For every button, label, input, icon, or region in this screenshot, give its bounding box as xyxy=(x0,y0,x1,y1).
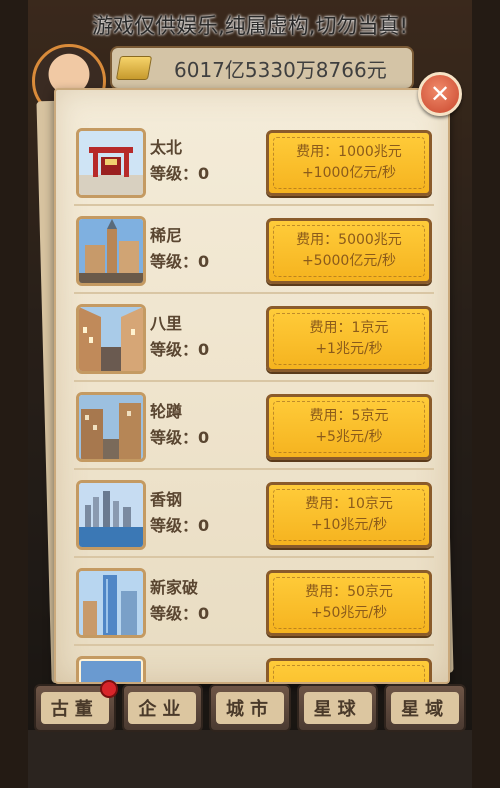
upgrade-cost: 费用：5000兆元 xyxy=(296,232,402,248)
money-display: 6017亿5330万8766元 xyxy=(110,46,414,90)
city-image-xini xyxy=(79,219,143,283)
close-button[interactable]: ✕ xyxy=(418,72,462,116)
row-divider xyxy=(74,292,434,294)
tab-label: 星域 xyxy=(391,692,460,724)
tab-antiques[interactable]: 古董 xyxy=(34,680,118,732)
list-item-city: 轮蹲 等级：0 费用：5京元 +5兆元/秒 xyxy=(74,386,434,470)
list-item-city: 太北 等级：0 费用：1000兆元 +1000亿元/秒 xyxy=(74,122,434,206)
list-item-city-partial xyxy=(74,650,434,682)
city-image-lundun xyxy=(79,395,143,459)
tab-label: 古董 xyxy=(40,692,109,724)
city-thumbnail xyxy=(76,568,146,638)
tab-enterprise[interactable]: 企业 xyxy=(121,684,204,732)
upgrade-cost: 费用：5京元 xyxy=(309,408,389,424)
notification-badge xyxy=(99,680,118,698)
bottom-tab-bar: 古董 企业 城市 星球 星域 xyxy=(34,680,466,732)
close-icon: ✕ xyxy=(429,80,451,108)
upgrade-income: +1000亿元/秒 xyxy=(301,165,397,181)
row-divider xyxy=(74,556,434,558)
tab-label: 城市 xyxy=(215,692,284,724)
tab-label: 星球 xyxy=(303,692,372,724)
city-thumbnail xyxy=(76,304,146,374)
city-thumbnail xyxy=(76,480,146,550)
city-image-bali xyxy=(79,307,143,371)
upgrade-button[interactable]: 费用：50京元 +50兆元/秒 xyxy=(266,570,432,636)
row-divider xyxy=(74,204,434,206)
city-upgrade-panel: 太北 等级：0 费用：1000兆元 +1000亿元/秒 稀尼 等级：0 费用：5… xyxy=(54,88,450,684)
city-name: 新家破 xyxy=(150,578,199,597)
upgrade-button[interactable] xyxy=(266,658,432,682)
list-item-city: 稀尼 等级：0 费用：5000兆元 +5000亿元/秒 xyxy=(74,210,434,294)
upgrade-button[interactable]: 费用：1京元 +1兆元/秒 xyxy=(266,306,432,372)
upgrade-button[interactable]: 费用：10京元 +10兆元/秒 xyxy=(266,482,432,548)
upgrade-cost: 费用：1京元 xyxy=(309,320,389,336)
city-name: 太北 xyxy=(150,138,183,157)
gold-bar-icon xyxy=(115,56,153,80)
city-level: 等级：0 xyxy=(150,340,210,359)
tab-label: 企业 xyxy=(128,692,197,724)
tab-star-region[interactable]: 星域 xyxy=(384,684,466,732)
bottom-background xyxy=(28,730,472,788)
upgrade-income: +1兆元/秒 xyxy=(315,341,383,357)
city-level: 等级：0 xyxy=(150,164,210,183)
list-item-city: 新家破 等级：0 费用：50京元 +50兆元/秒 xyxy=(74,562,434,646)
city-name: 香钢 xyxy=(150,490,183,509)
city-thumbnail xyxy=(76,128,146,198)
city-thumbnail xyxy=(76,216,146,286)
upgrade-cost: 费用：50京元 xyxy=(305,584,393,600)
upgrade-income: +50兆元/秒 xyxy=(310,605,388,621)
disclaimer-text: 游戏仅供娱乐,纯属虚构,切勿当真! xyxy=(92,14,408,38)
city-level: 等级：0 xyxy=(150,428,210,447)
upgrade-cost: 费用：1000兆元 xyxy=(296,144,402,160)
city-level: 等级：0 xyxy=(150,516,210,535)
city-level: 等级：0 xyxy=(150,604,210,623)
list-item-city: 香钢 等级：0 费用：10京元 +10兆元/秒 xyxy=(74,474,434,558)
city-name: 稀尼 xyxy=(150,226,183,245)
upgrade-cost: 费用：10京元 xyxy=(305,496,393,512)
upgrade-button[interactable]: 费用：1000兆元 +1000亿元/秒 xyxy=(266,130,432,196)
city-image-taibei xyxy=(79,131,143,195)
upgrade-button[interactable]: 费用：5京元 +5兆元/秒 xyxy=(266,394,432,460)
upgrade-income: +10兆元/秒 xyxy=(310,517,388,533)
row-divider xyxy=(74,380,434,382)
upgrade-button[interactable]: 费用：5000兆元 +5000亿元/秒 xyxy=(266,218,432,284)
upgrade-income: +5兆元/秒 xyxy=(315,429,383,445)
city-image-xianggang xyxy=(79,483,143,547)
list-item-city: 八里 等级：0 费用：1京元 +1兆元/秒 xyxy=(74,298,434,382)
city-level: 等级：0 xyxy=(150,252,210,271)
upgrade-income: +5000亿元/秒 xyxy=(301,253,397,269)
city-image-xinjiapo xyxy=(79,571,143,635)
row-divider xyxy=(74,468,434,470)
city-thumbnail xyxy=(76,392,146,462)
money-value: 6017亿5330万8766元 xyxy=(174,57,387,82)
city-name: 轮蹲 xyxy=(150,402,183,421)
tab-planet[interactable]: 星球 xyxy=(296,684,379,732)
row-divider xyxy=(74,644,434,646)
tab-city[interactable]: 城市 xyxy=(209,684,291,732)
city-name: 八里 xyxy=(150,314,183,333)
